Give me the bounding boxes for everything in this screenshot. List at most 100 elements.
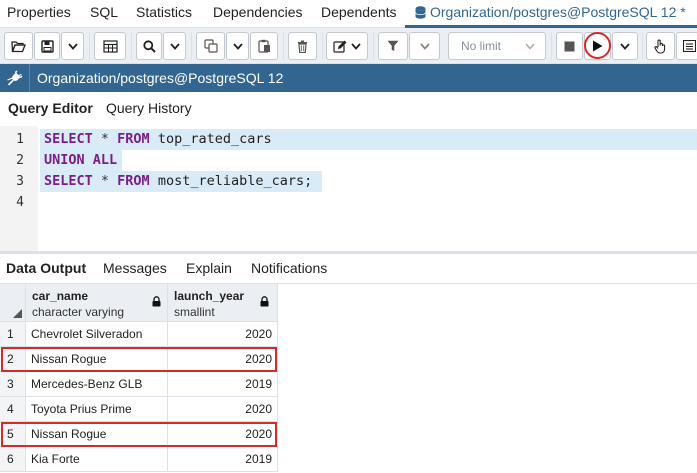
line-number: 2 [16, 153, 24, 168]
tab-dependencies[interactable]: Dependencies [213, 4, 303, 20]
sql-keyword: SELECT [44, 173, 93, 189]
row-limit-value: No limit [461, 39, 502, 53]
open-file-button[interactable] [4, 32, 33, 60]
launch-year-cell[interactable]: 2019 [168, 372, 278, 397]
launch-year-cell[interactable]: 2020 [168, 322, 278, 347]
duplicate-row-highlight [1, 347, 277, 372]
toolbar-separator [373, 32, 374, 60]
car-name-cell[interactable]: Kia Forte [26, 447, 168, 472]
toolbar-separator [131, 32, 132, 60]
connection-bar: Organization/postgres@PostgreSQL 12 [0, 64, 697, 92]
sql-identifier: top_rated_cars [149, 131, 272, 147]
table-row[interactable]: 3 Mercedes-Benz GLB 2019 [0, 372, 697, 397]
search-icon [142, 39, 156, 53]
toolbar-separator [322, 32, 323, 60]
column-name: launch_year [174, 289, 245, 303]
car-name-cell[interactable]: Mercedes-Benz GLB [26, 372, 168, 397]
row-number[interactable]: 1 [0, 322, 26, 347]
sql-editor[interactable]: 1 2 3 4 SELECT * FROM top_rated_cars UNI… [0, 126, 697, 251]
tab-notifications[interactable]: Notifications [251, 260, 327, 276]
chevron-down-icon [525, 43, 535, 50]
tab-sql[interactable]: SQL [90, 4, 118, 20]
chevron-down-icon [232, 42, 243, 50]
car-name-cell[interactable]: Toyota Prius Prime [26, 397, 168, 422]
column-type: character varying [32, 305, 125, 319]
sql-operator: * [92, 173, 118, 189]
launch-year-cell[interactable]: 2019 [168, 447, 278, 472]
paste-button[interactable] [250, 32, 278, 60]
editor-tab-bar: Query Editor Query History [0, 92, 697, 124]
copy-options-dropdown[interactable] [226, 32, 249, 60]
paste-icon [257, 39, 270, 53]
save-icon [40, 39, 54, 53]
table-row[interactable]: 6 Kia Forte 2019 [0, 447, 697, 472]
delete-button[interactable] [288, 32, 317, 60]
tab-query-tool-label: Organization/postgres@PostgreSQL 12 * [430, 4, 686, 20]
line-number: 3 [16, 174, 24, 189]
explain-button[interactable] [646, 32, 675, 60]
column-header-car-name[interactable]: car_name character varying [26, 284, 168, 322]
line-number-gutter: 1 2 3 4 [0, 126, 38, 251]
corner-triangle-icon [13, 309, 22, 318]
tab-explain[interactable]: Explain [186, 260, 232, 276]
row-limit-select[interactable]: No limit [448, 32, 546, 60]
connection-status[interactable] [0, 64, 30, 92]
lock-icon [260, 296, 269, 307]
table-row[interactable]: 1 Chevrolet Silveradon 2020 [0, 322, 697, 347]
save-options-dropdown[interactable] [61, 32, 84, 60]
tab-query-history[interactable]: Query History [106, 100, 192, 116]
list-icon [682, 40, 696, 52]
select-all-corner[interactable] [0, 284, 26, 322]
database-icon [415, 6, 426, 19]
copy-icon [203, 39, 218, 53]
sql-keyword: SELECT [44, 131, 93, 147]
row-number[interactable]: 6 [0, 447, 26, 472]
lock-icon [152, 296, 161, 307]
stop-button[interactable] [556, 32, 583, 60]
sql-button[interactable] [94, 32, 126, 60]
code-line[interactable]: SELECT * FROM top_rated_cars [40, 129, 697, 150]
column-header-launch-year[interactable]: launch_year smallint [168, 284, 278, 322]
tab-messages[interactable]: Messages [103, 260, 167, 276]
stop-icon [564, 41, 575, 51]
top-tab-bar: Properties SQL Statistics Dependencies D… [0, 0, 697, 28]
tab-dependents[interactable]: Dependents [321, 4, 397, 20]
plug-icon [7, 69, 23, 85]
column-type: smallint [174, 305, 215, 319]
row-number[interactable]: 4 [0, 397, 26, 422]
code-line[interactable]: SELECT * FROM most_reliable_cars; [40, 171, 322, 192]
tab-query-editor[interactable]: Query Editor [8, 100, 93, 116]
table-grid-icon [102, 39, 118, 53]
execute-options-dropdown[interactable] [612, 32, 638, 60]
table-row[interactable]: 4 Toyota Prius Prime 2020 [0, 397, 697, 422]
row-number[interactable]: 3 [0, 372, 26, 397]
grid-header: car_name character varying launch_year s… [0, 284, 697, 322]
filter-options-dropdown[interactable] [409, 32, 440, 60]
toolbar-separator [551, 32, 552, 60]
tab-data-output[interactable]: Data Output [6, 260, 86, 276]
execute-button-highlight [584, 32, 611, 59]
hand-pointer-icon [654, 39, 666, 54]
save-button[interactable] [34, 32, 60, 60]
find-options-dropdown[interactable] [163, 32, 186, 60]
edit-icon [333, 40, 361, 53]
chevron-down-icon [169, 42, 180, 50]
launch-year-cell[interactable]: 2020 [168, 397, 278, 422]
tab-properties[interactable]: Properties [7, 4, 71, 20]
toolbar-separator [191, 32, 192, 60]
explain-analyze-button[interactable] [676, 32, 697, 60]
edit-button[interactable] [326, 32, 368, 60]
column-name: car_name [32, 289, 89, 303]
connection-label: Organization/postgres@PostgreSQL 12 [37, 70, 284, 86]
tab-statistics[interactable]: Statistics [136, 4, 192, 20]
tab-query-tool[interactable]: Organization/postgres@PostgreSQL 12 * [415, 4, 686, 20]
sql-identifier: most_reliable_cars; [149, 173, 313, 189]
car-name-cell[interactable]: Chevrolet Silveradon [26, 322, 168, 347]
chevron-down-icon [419, 42, 430, 50]
find-button[interactable] [136, 32, 162, 60]
copy-button[interactable] [196, 32, 225, 60]
sql-keyword: UNION ALL [44, 152, 118, 168]
data-output-grid: car_name character varying launch_year s… [0, 284, 697, 473]
filter-button[interactable] [378, 32, 408, 60]
code-line[interactable]: UNION ALL [40, 150, 122, 171]
